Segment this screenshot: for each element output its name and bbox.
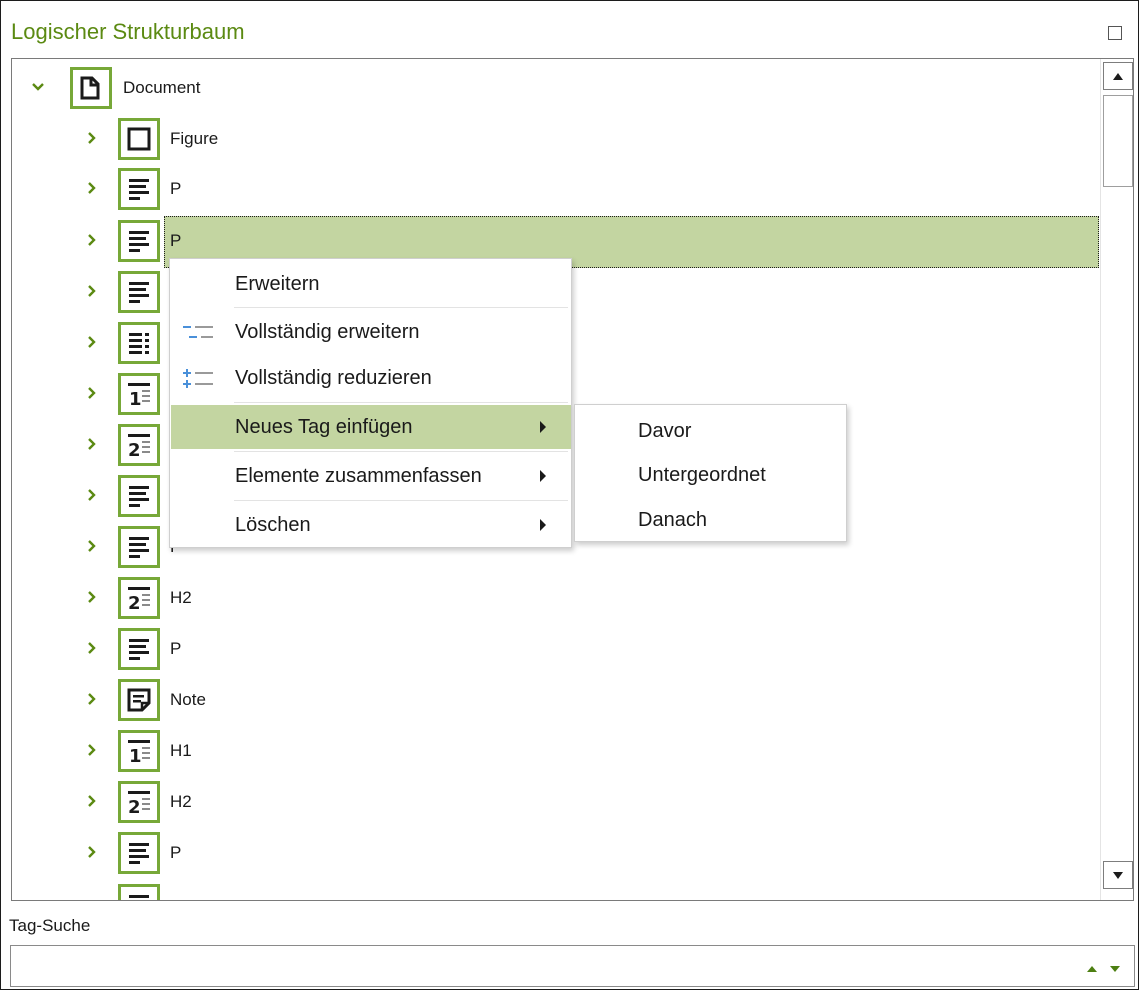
note-icon (118, 679, 160, 721)
list-icon (118, 322, 160, 364)
menu-item-merge-elements[interactable]: Elemente zusammenfassen (171, 454, 571, 498)
menu-item-expand-all[interactable]: Vollständig erweitern (171, 310, 571, 354)
submenu-item-label: Davor (638, 420, 692, 442)
tree-row-label: H2 (170, 792, 192, 811)
submenu-item-before[interactable]: Davor (576, 407, 846, 451)
vertical-scrollbar[interactable] (1100, 59, 1133, 900)
menu-item-label: Elemente zusammenfassen (235, 465, 482, 487)
heading-2-icon (118, 424, 160, 466)
chevron-right-icon[interactable] (82, 176, 102, 200)
expand-all-icon (183, 326, 213, 338)
tree-row[interactable]: H1 (12, 726, 1092, 776)
paragraph-icon (118, 220, 160, 262)
chevron-right-icon[interactable] (82, 585, 102, 609)
tree-row-label: Figure (170, 129, 219, 148)
tree-row[interactable]: P (12, 164, 1092, 214)
paragraph-icon (118, 271, 160, 313)
chevron-down-icon[interactable] (28, 75, 48, 99)
submenu-arrow-icon (540, 470, 546, 482)
arrow-up-icon (1113, 72, 1123, 80)
chevron-right-icon[interactable] (82, 279, 102, 303)
menu-item-label: Vollständig erweitern (235, 321, 420, 343)
scroll-down-button[interactable] (1103, 861, 1133, 889)
tree-row[interactable]: H2 (12, 777, 1092, 827)
menu-item-collapse-all[interactable]: Vollständig reduzieren (171, 356, 571, 400)
menu-separator (234, 451, 568, 452)
paragraph-icon (118, 628, 160, 670)
paragraph-icon (118, 168, 160, 210)
tree-row[interactable] (12, 880, 1092, 900)
paragraph-icon (118, 832, 160, 874)
chevron-right-icon[interactable] (82, 636, 102, 660)
submenu-item-label: Untergeordnet (638, 464, 766, 486)
submenu-item-label: Danach (638, 509, 707, 531)
scroll-thumb[interactable] (1103, 95, 1133, 187)
tree-row-label: P (170, 179, 182, 198)
menu-item-delete[interactable]: Löschen (171, 503, 571, 547)
chevron-right-icon[interactable] (82, 789, 102, 813)
chevron-right-icon[interactable] (82, 432, 102, 456)
chevron-right-icon[interactable] (82, 381, 102, 405)
document-icon (70, 67, 112, 109)
tree-row-label: P (170, 639, 182, 658)
tree-row-label: Document (123, 78, 201, 97)
paragraph-icon (118, 475, 160, 517)
menu-separator (234, 402, 568, 403)
menu-item-expand[interactable]: Erweitern (171, 262, 571, 306)
submenu-item-after[interactable]: Danach (576, 496, 846, 540)
collapse-all-icon (183, 369, 213, 388)
chevron-right-icon[interactable] (82, 738, 102, 762)
tree-row-label: P (170, 231, 182, 250)
submenu-arrow-icon (540, 519, 546, 531)
menu-item-label: Erweitern (235, 273, 320, 295)
chevron-right-icon[interactable] (82, 330, 102, 354)
chevron-right-icon[interactable] (82, 228, 102, 252)
submenu-arrow-icon (540, 421, 546, 433)
heading-1-icon (118, 373, 160, 415)
tree-row-label: P (170, 843, 182, 862)
search-previous-button[interactable] (1084, 964, 1100, 974)
tree-row[interactable]: Figure (12, 114, 1092, 164)
tree-row[interactable]: H2 (12, 573, 1092, 623)
paragraph-icon (118, 884, 160, 900)
tree-root-document[interactable]: Document (12, 63, 1092, 113)
tree-row-label: H2 (170, 588, 192, 607)
search-next-button[interactable] (1107, 964, 1123, 974)
insert-tag-submenu: Davor Untergeordnet Danach (574, 404, 847, 542)
submenu-item-child[interactable]: Untergeordnet (576, 451, 846, 495)
arrow-up-icon (1087, 966, 1097, 972)
chevron-right-icon[interactable] (82, 483, 102, 507)
heading-2-icon (118, 781, 160, 823)
menu-item-label: Löschen (235, 514, 311, 536)
tree-row-label: Note (170, 690, 206, 709)
tree-row[interactable]: P (12, 624, 1092, 674)
tree-row[interactable]: P (12, 828, 1092, 878)
tag-search-input[interactable] (17, 952, 1067, 980)
figure-icon (118, 118, 160, 160)
arrow-down-icon (1113, 871, 1123, 879)
scroll-up-button[interactable] (1103, 62, 1133, 90)
chevron-right-icon[interactable] (82, 534, 102, 558)
context-menu: Erweitern Vollständig erweitern Vollstän… (169, 258, 572, 548)
tree-row[interactable]: Note (12, 675, 1092, 725)
menu-item-insert-tag[interactable]: Neues Tag einfügen (171, 405, 571, 449)
chevron-right-icon[interactable] (82, 687, 102, 711)
menu-item-label: Vollständig reduzieren (235, 367, 432, 389)
menu-separator (234, 500, 568, 501)
tree-row-label: H1 (170, 741, 192, 760)
panel-title: Logischer Strukturbaum (11, 19, 245, 44)
tag-search-box (10, 945, 1135, 987)
arrow-down-icon (1110, 966, 1120, 972)
menu-item-label: Neues Tag einfügen (235, 416, 413, 438)
paragraph-icon (118, 526, 160, 568)
chevron-right-icon[interactable] (82, 126, 102, 150)
tag-search-label: Tag-Suche (9, 916, 91, 935)
chevron-right-icon[interactable] (82, 840, 102, 864)
maximize-icon[interactable] (1108, 26, 1122, 40)
menu-separator (234, 307, 568, 308)
heading-1-icon (118, 730, 160, 772)
heading-2-icon (118, 577, 160, 619)
